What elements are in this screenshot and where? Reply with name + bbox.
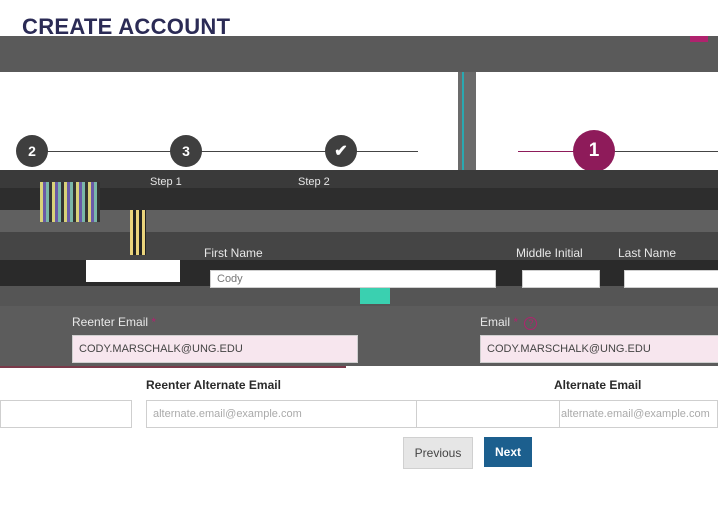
reenter-email-label: Reenter Email * — [72, 315, 156, 329]
alternate-email-label: Alternate Email — [554, 378, 642, 392]
alternate-email-input[interactable]: alternate.email@example.com — [554, 400, 718, 428]
help-icon[interactable]: ? — [524, 316, 538, 330]
last-name-input[interactable] — [624, 270, 718, 288]
first-name-label: First Name — [204, 246, 263, 260]
previous-button[interactable]: Previous — [403, 437, 473, 469]
last-name-label: Last Name — [618, 246, 677, 260]
reenter-email-label-text: Reenter Email — [72, 315, 149, 329]
panel-edge — [0, 366, 346, 368]
email-label-text: Email — [480, 315, 511, 329]
required-marker: * — [151, 315, 157, 329]
step-caption: Step 1 — [150, 176, 182, 188]
step-circle-1[interactable]: 1 — [573, 130, 615, 172]
reenter-alternate-email-input[interactable]: alternate.email@example.com — [146, 400, 430, 428]
glitch-stripe — [140, 260, 180, 282]
accent-mark — [690, 36, 708, 42]
glitch-band — [0, 170, 718, 188]
left-clipped-input[interactable] — [0, 400, 132, 428]
stepper-connector — [200, 151, 330, 152]
stepper-connector — [350, 151, 418, 152]
first-name-input[interactable]: Cody — [210, 270, 496, 288]
glitch-band — [0, 286, 718, 306]
step-caption: Step 2 — [298, 176, 330, 188]
middle-initial-label: Middle Initial — [516, 246, 583, 260]
middle-clipped-input[interactable] — [416, 400, 560, 428]
reenter-alternate-email-label: Reenter Alternate Email — [146, 378, 281, 392]
step-circle-2[interactable]: 2 — [16, 135, 48, 167]
stepper-left-panel — [0, 72, 458, 170]
glitch-band — [0, 232, 718, 260]
required-marker: * — [513, 315, 519, 329]
glitch-stripe — [40, 182, 100, 222]
stepper-connector — [518, 151, 574, 152]
step-circle-complete[interactable]: ✔ — [325, 135, 357, 167]
reenter-email-input[interactable]: CODY.MARSCHALK@UNG.EDU — [72, 335, 358, 363]
step-circle-3[interactable]: 3 — [170, 135, 202, 167]
header-band — [0, 36, 718, 72]
email-label: Email * ? — [480, 315, 538, 330]
glitch-stripe — [86, 260, 140, 282]
stepper-divider — [458, 72, 476, 170]
glitch-stripe — [130, 210, 146, 255]
stepper-connector — [614, 151, 718, 152]
stepper-connector — [40, 151, 190, 152]
next-button[interactable]: Next — [484, 437, 532, 467]
glitch-band — [0, 210, 718, 232]
middle-initial-input[interactable] — [522, 270, 600, 288]
glitch-band — [0, 188, 718, 210]
email-input[interactable]: CODY.MARSCHALK@UNG.EDU — [480, 335, 718, 363]
